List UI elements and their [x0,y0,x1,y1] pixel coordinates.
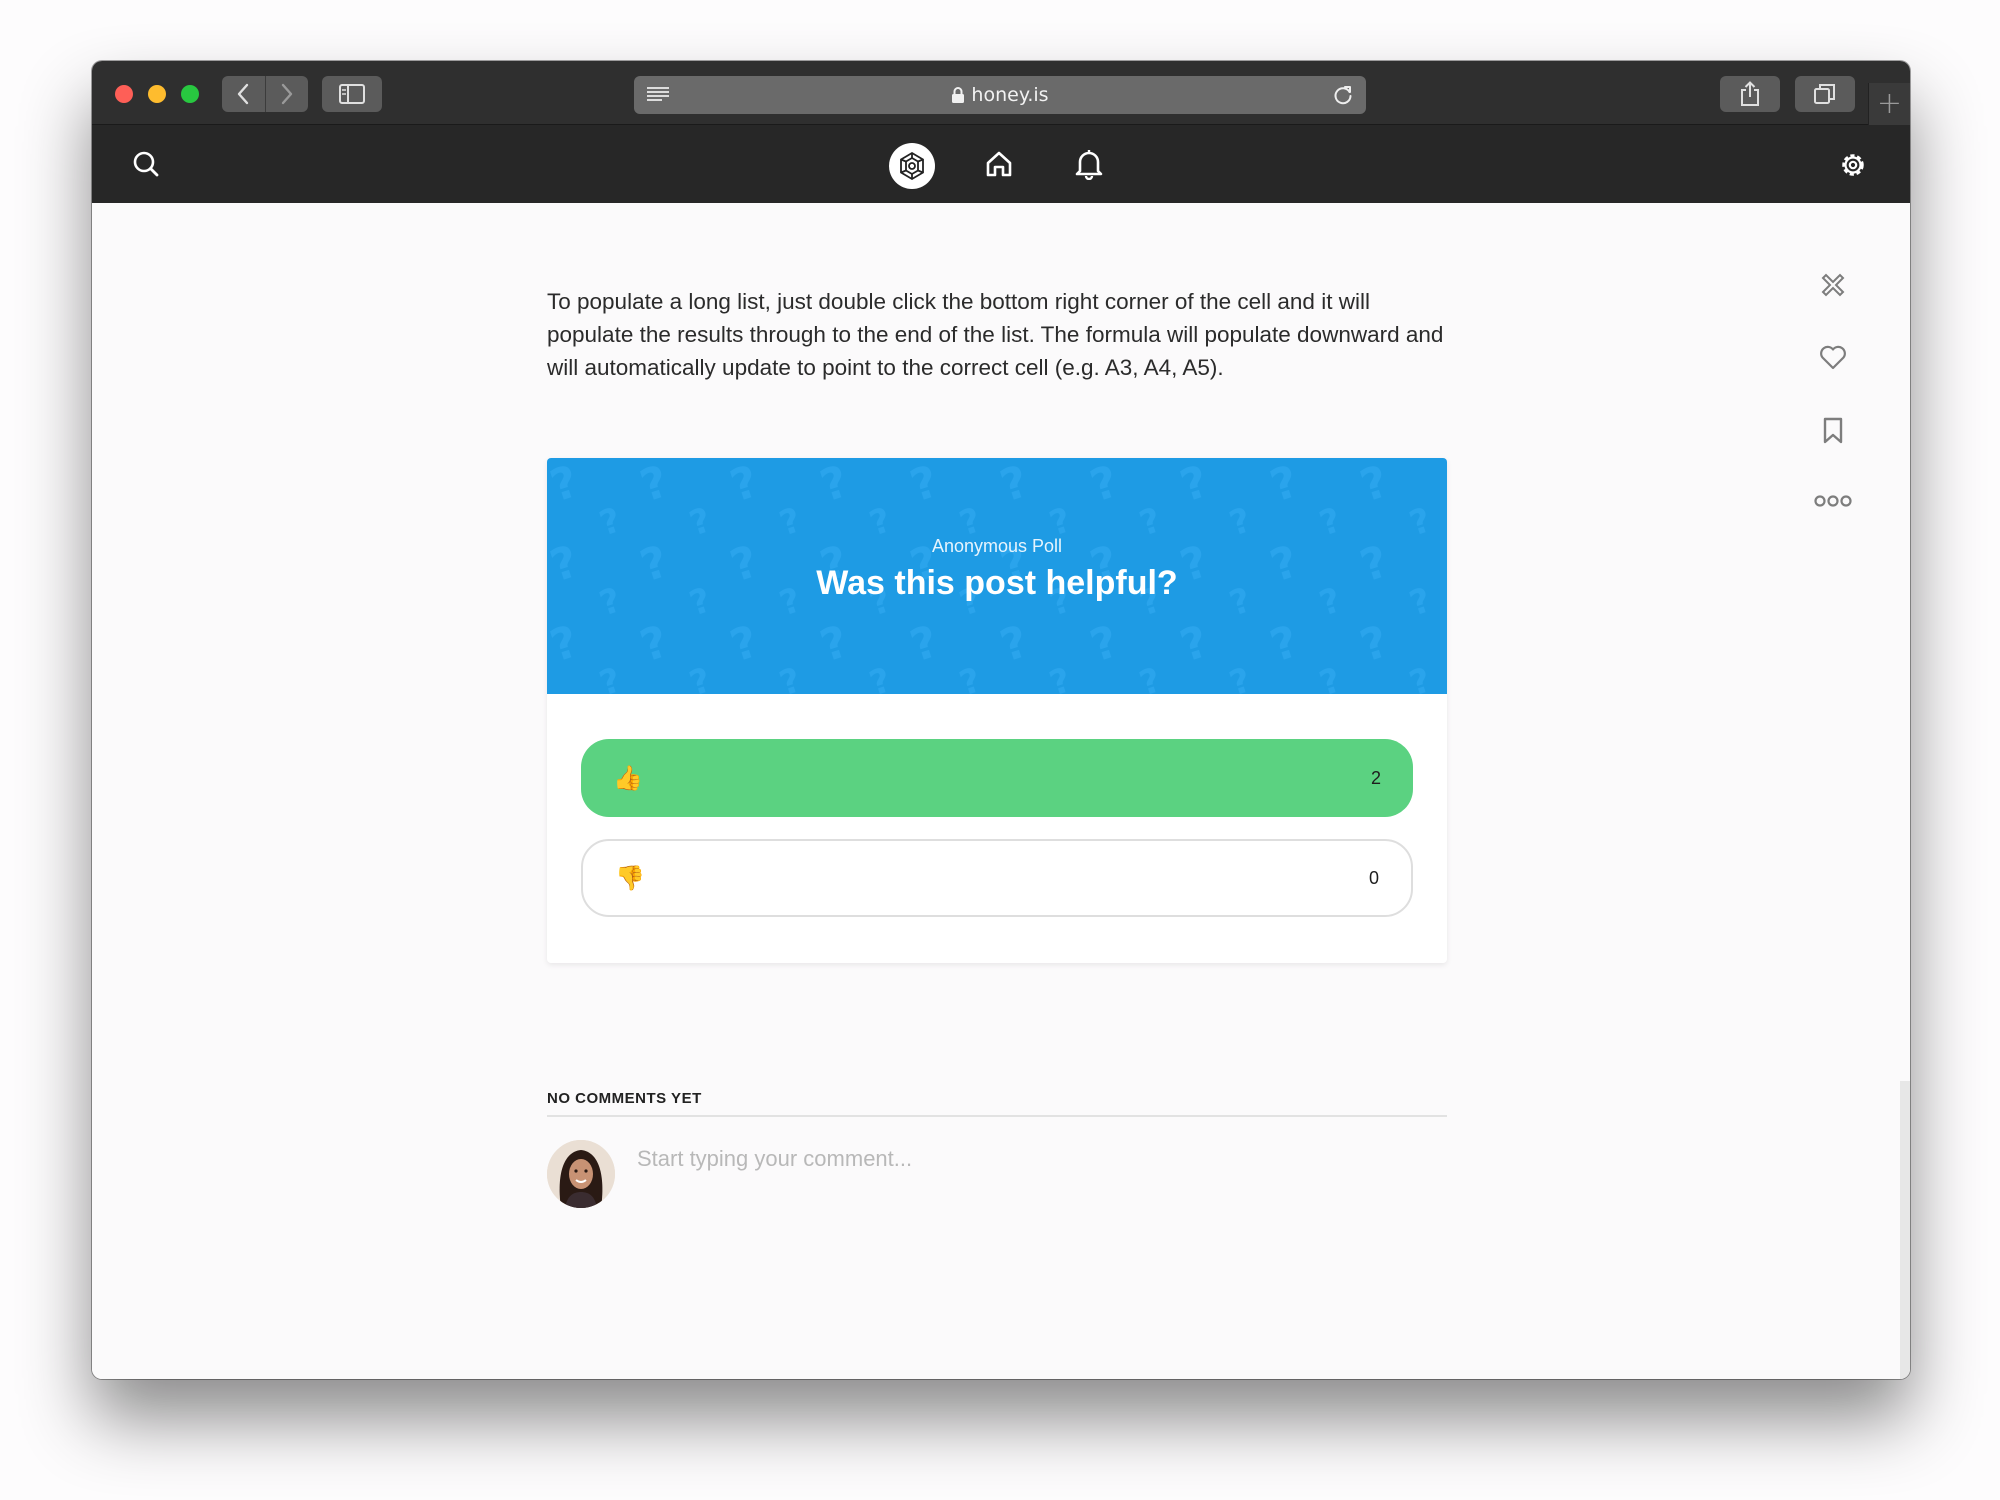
settings-icon [1842,154,1864,176]
lock-icon [951,86,965,104]
honey-logo-icon [900,151,924,181]
url-text: honey.is [971,84,1049,106]
share-button[interactable] [1720,76,1780,112]
search-icon [133,151,159,177]
minimize-window-button[interactable] [148,85,166,103]
poll-header: ? ? Anonymous Poll Was this post helpful… [547,458,1447,694]
close-window-button[interactable] [115,85,133,103]
zoom-window-button[interactable] [181,85,199,103]
scrollbar[interactable] [1900,1081,1910,1379]
bookmark-icon [1823,417,1843,444]
like-button[interactable] [1813,337,1853,377]
thumbs-up-icon: 👍 [613,764,643,792]
comment-input[interactable] [637,1139,1417,1179]
more-options-button[interactable] [1813,481,1853,521]
avatar [547,1140,615,1208]
honey-logo-button[interactable] [889,143,935,189]
vote-count: 2 [1370,767,1381,788]
bell-icon [1075,150,1103,180]
tab-overview-button[interactable] [1795,76,1855,112]
vote-count: 0 [1368,867,1379,888]
notifications-button[interactable] [1072,147,1106,181]
tabs-icon [1814,84,1835,104]
post-body: To populate a long list, just double cli… [547,289,1444,380]
close-post-button[interactable] [1813,265,1853,305]
more-icon [1814,495,1852,507]
url-display: honey.is [634,76,1366,114]
comments-heading: NO COMMENTS YET [547,1090,702,1107]
chevron-left-icon [238,83,249,105]
search-button[interactable] [130,148,162,180]
post-content: To populate a long list, just double cli… [92,203,1910,1379]
address-bar[interactable]: honey.is [634,76,1366,114]
home-button[interactable] [982,147,1016,181]
poll-option-thumbs-up[interactable]: 👍 2 [581,739,1413,817]
heart-icon [1820,345,1846,370]
back-button[interactable] [222,76,266,112]
sidebar-toggle-button[interactable] [322,76,382,112]
thumbs-down-icon: 👎 [615,864,645,892]
plus-icon: + [1876,86,1903,121]
history-nav [222,76,308,112]
close-x-icon [1821,273,1845,297]
bookmark-button[interactable] [1813,411,1853,451]
sidebar-icon [339,84,365,104]
poll-card: ? ? Anonymous Poll Was this post helpful… [547,458,1447,963]
settings-button[interactable] [1837,149,1869,181]
share-icon [1741,81,1759,106]
app-navbar [92,125,1910,203]
reload-icon[interactable] [1332,84,1354,111]
new-tab-button[interactable]: + [1868,83,1910,125]
browser-toolbar: honey.is + [92,61,1910,125]
chevron-right-icon [281,83,292,105]
poll-title: Was this post helpful? [816,564,1178,602]
home-icon [986,151,1012,177]
poll-option-thumbs-down[interactable]: 👎 0 [581,839,1413,917]
forward-button[interactable] [266,76,309,112]
browser-window: honey.is + To populate a long list, just… [92,61,1910,1379]
divider [547,1115,1447,1117]
poll-subtitle: Anonymous Poll [931,536,1063,556]
